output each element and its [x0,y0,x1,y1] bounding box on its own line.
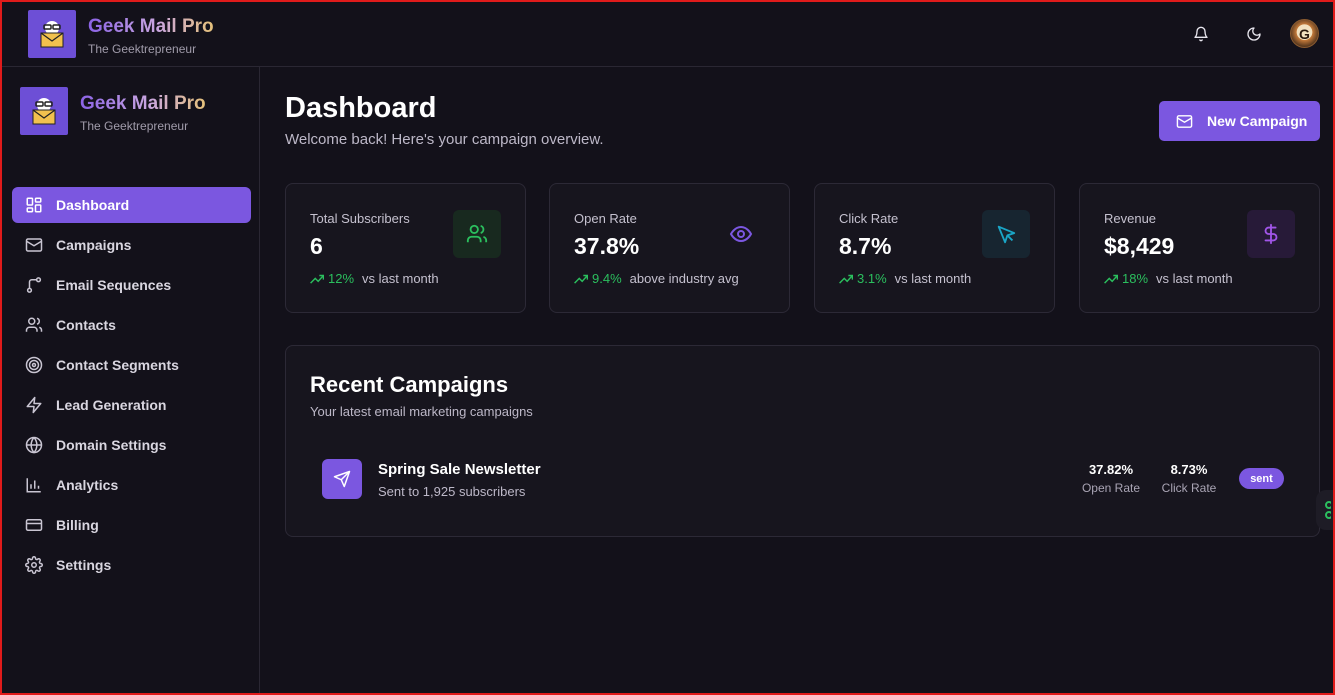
campaign-click-rate: 8.73% Click Rate [1161,462,1217,495]
campaign-sent-count: Sent to 1,925 subscribers [378,484,526,499]
sidebar-item-label: Settings [56,557,112,573]
target-icon [24,355,44,375]
globe-icon [24,435,44,455]
bar-chart-icon [24,475,44,495]
new-campaign-button[interactable]: New Campaign [1159,101,1320,141]
eye-icon [717,210,765,258]
stat-value: 6 [310,233,323,259]
campaign-name[interactable]: Spring Sale Newsletter [378,461,541,478]
stat-value: 8.7% [839,233,892,259]
sidebar-app-subtitle: The Geektrepreneur [80,119,189,133]
stat-card-total-subscribers: Total Subscribers 6 12% vs last month [285,183,526,313]
sidebar-logo[interactable] [20,87,68,135]
dollar-icon [1247,210,1295,258]
stat-value: $8,429 [1104,233,1175,259]
new-campaign-label: New Campaign [1207,113,1308,129]
sidebar-item-settings[interactable]: Settings [12,547,251,583]
page-subtitle: Welcome back! Here's your campaign overv… [285,131,604,148]
sidebar-item-label: Contact Segments [56,357,179,373]
campaign-open-rate: 37.82% Open Rate [1081,462,1141,495]
credit-card-icon [24,515,44,535]
sidebar-item-lead-generation[interactable]: Lead Generation [12,387,251,423]
stat-label: Open Rate [574,211,637,226]
trend-up-icon [839,274,853,284]
stat-card-open-rate: Open Rate 37.8% 9.4% above industry avg [549,183,790,313]
users-icon [24,315,44,335]
dashboard-grid-icon [24,195,44,215]
sidebar-item-label: Lead Generation [56,397,167,413]
recent-campaigns-panel: Recent Campaigns Your latest email marke… [285,345,1320,537]
sidebar-item-email-sequences[interactable]: Email Sequences [12,267,251,303]
side-panel-handle[interactable] [1316,490,1335,530]
app-logo[interactable] [28,10,76,58]
section-subtitle: Your latest email marketing campaigns [310,404,533,419]
cursor-icon [982,210,1030,258]
trend-up-icon [574,274,588,284]
zap-icon [24,395,44,415]
app-title: Geek Mail Pro [88,16,214,37]
avatar[interactable]: G [1290,19,1319,48]
page-title: Dashboard [285,92,437,124]
section-title: Recent Campaigns [310,372,509,397]
gear-icon [24,555,44,575]
status-badge: sent [1239,468,1284,489]
stat-label: Click Rate [839,211,899,226]
sidebar-item-label: Analytics [56,477,119,493]
sidebar-item-label: Campaigns [56,237,132,253]
sidebar-item-contacts[interactable]: Contacts [12,307,251,343]
sidebar-item-label: Billing [56,517,99,533]
sidebar-item-campaigns[interactable]: Campaigns [12,227,251,263]
bell-icon[interactable] [1189,22,1213,46]
sidebar-item-billing[interactable]: Billing [12,507,251,543]
stat-value: 37.8% [574,233,640,259]
trend-up-icon [1104,274,1118,284]
sidebar-item-label: Dashboard [56,197,130,213]
branch-icon [24,275,44,295]
sidebar-item-label: Email Sequences [56,277,172,293]
app-subtitle: The Geektrepreneur [88,42,197,56]
sidebar: Geek Mail Pro The Geektrepreneur Dashboa… [0,67,260,695]
users-icon [453,210,501,258]
stat-card-click-rate: Click Rate 8.7% 3.1% vs last month [814,183,1055,313]
stat-label: Total Subscribers [310,211,410,226]
stat-trend: 18% vs last month [1104,271,1233,286]
stat-trend: 3.1% vs last month [839,271,971,286]
sidebar-item-analytics[interactable]: Analytics [12,467,251,503]
sidebar-item-dashboard[interactable]: Dashboard [12,187,251,223]
mail-icon [24,235,44,255]
moon-icon[interactable] [1242,22,1266,46]
sidebar-item-domain-settings[interactable]: Domain Settings [12,427,251,463]
mail-icon [1175,112,1193,130]
sidebar-item-label: Domain Settings [56,437,167,453]
stat-trend: 9.4% above industry avg [574,271,739,286]
send-icon [322,459,362,499]
stat-trend: 12% vs last month [310,271,439,286]
stat-card-revenue: Revenue $8,429 18% vs last month [1079,183,1320,313]
trend-up-icon [310,274,324,284]
sidebar-item-contact-segments[interactable]: Contact Segments [12,347,251,383]
stat-label: Revenue [1104,211,1157,226]
sidebar-item-label: Contacts [56,317,116,333]
top-bar: Geek Mail Pro The Geektrepreneur G [0,0,1335,67]
sidebar-app-title: Geek Mail Pro [80,93,206,114]
